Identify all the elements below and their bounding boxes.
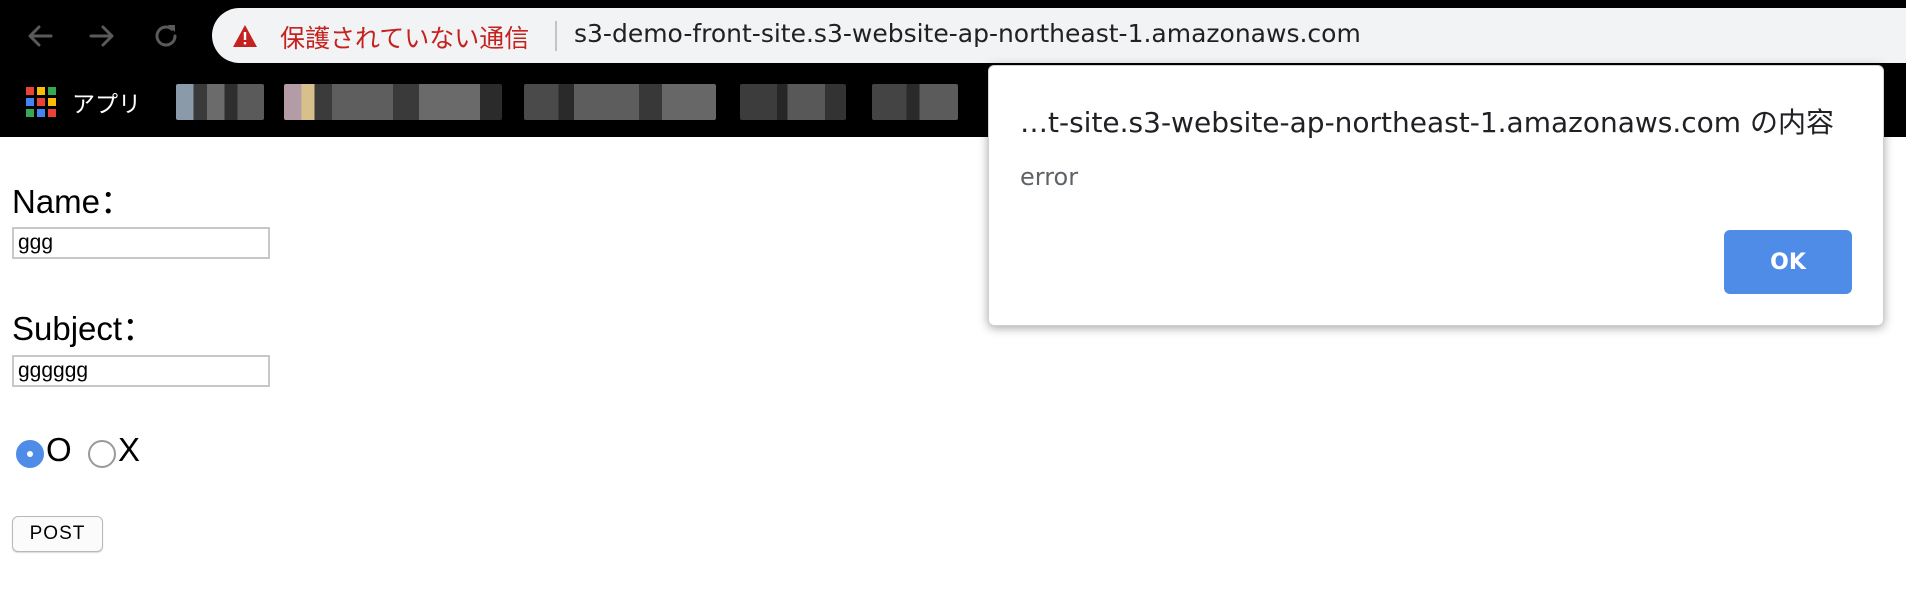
radio-label-x[interactable]: X xyxy=(118,431,140,469)
dialog-message: error xyxy=(1020,163,1079,191)
radio-option-o[interactable] xyxy=(16,440,44,468)
bookmark-blurred[interactable] xyxy=(524,84,716,120)
bookmark-apps-label[interactable]: アプリ xyxy=(72,85,141,119)
subject-input[interactable] xyxy=(12,355,270,387)
bookmark-blurred[interactable] xyxy=(176,84,264,120)
ok-button[interactable]: OK xyxy=(1724,230,1852,294)
security-warning-text[interactable]: 保護されていない通信 xyxy=(280,19,529,55)
dialog-title: …t-site.s3-website-ap-northeast-1.amazon… xyxy=(1020,106,1834,139)
post-button[interactable]: POST xyxy=(12,516,103,552)
bookmark-blurred[interactable] xyxy=(872,84,958,120)
radio-option-x[interactable] xyxy=(88,440,116,468)
url-divider xyxy=(555,21,557,51)
radio-label-o[interactable]: O xyxy=(46,431,72,469)
bookmark-blurred[interactable] xyxy=(740,84,846,120)
name-label: Name： xyxy=(12,183,134,220)
back-button[interactable] xyxy=(18,14,62,58)
url-text[interactable]: s3-demo-front-site.s3-website-ap-northea… xyxy=(574,19,1361,48)
subject-label: Subject： xyxy=(12,310,156,347)
name-input[interactable] xyxy=(12,227,270,259)
arrow-left-icon xyxy=(28,25,53,47)
bookmark-blurred[interactable] xyxy=(284,84,502,120)
apps-grid-icon[interactable] xyxy=(26,87,56,117)
forward-button[interactable] xyxy=(80,14,124,58)
reload-button[interactable] xyxy=(144,14,188,58)
reload-icon xyxy=(155,25,177,47)
warning-icon xyxy=(233,25,257,47)
alert-dialog: …t-site.s3-website-ap-northeast-1.amazon… xyxy=(988,65,1884,326)
address-bar[interactable]: 保護されていない通信 s3-demo-front-site.s3-website… xyxy=(212,8,1906,63)
arrow-right-icon xyxy=(89,25,114,47)
